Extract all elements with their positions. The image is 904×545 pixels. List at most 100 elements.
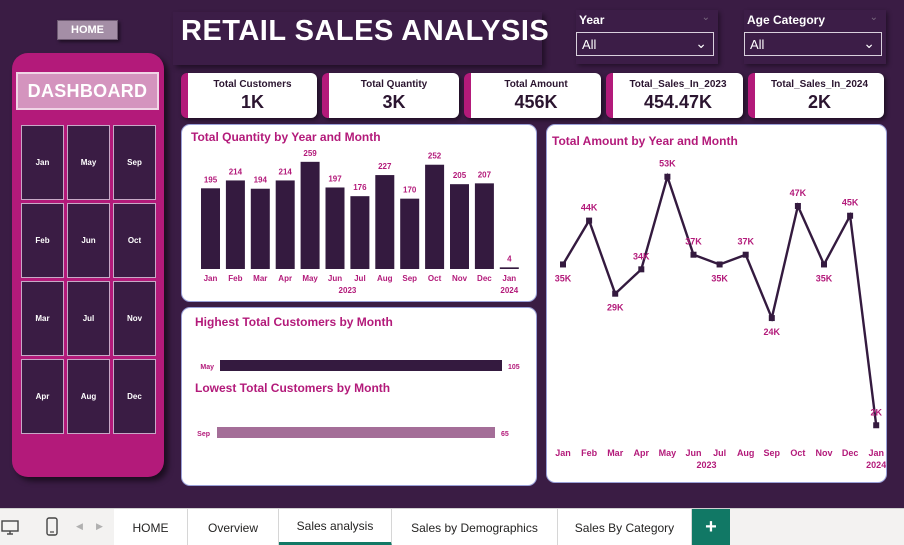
tab-overview[interactable]: Overview bbox=[188, 509, 279, 545]
amount-point-6 bbox=[716, 261, 723, 268]
quantity-x-tick: Nov bbox=[452, 274, 468, 283]
lowest-category-label: Sep bbox=[197, 431, 210, 438]
quantity-chart-panel[interactable]: Total Quantity by Year and Month 195 Jan 2… bbox=[181, 124, 537, 302]
quantity-x-tick: Aug bbox=[377, 274, 393, 283]
tab-sales-analysis[interactable]: Sales analysis bbox=[279, 509, 392, 545]
quantity-year-label: 2024 bbox=[500, 286, 518, 295]
age-category-slicer-label: Age Category bbox=[747, 13, 826, 27]
month-slicer-dec[interactable]: Dec bbox=[113, 359, 156, 434]
amount-data-label: 24K bbox=[764, 327, 781, 337]
amount-x-tick: Jan bbox=[868, 448, 884, 458]
month-slicer-aug[interactable]: Aug bbox=[67, 359, 110, 434]
amount-x-tick: Dec bbox=[842, 448, 859, 458]
amount-point-7 bbox=[742, 251, 749, 258]
amount-point-3 bbox=[638, 266, 645, 273]
amount-x-tick: Jul bbox=[713, 448, 726, 458]
amount-x-tick: Nov bbox=[815, 448, 832, 458]
desktop-view-icon[interactable] bbox=[0, 517, 20, 542]
customers-bar-charts: May 105 Sep 65 bbox=[197, 360, 520, 438]
year-slicer-label: Year bbox=[579, 13, 605, 27]
amount-point-10 bbox=[821, 261, 827, 268]
year-dropdown[interactable]: All ⌄ bbox=[576, 32, 714, 56]
quantity-data-label: 197 bbox=[328, 174, 342, 183]
customers-chart-panel[interactable]: Highest Total Customers by Month Lowest … bbox=[181, 307, 537, 486]
report-canvas: HOME DASHBOARD Jan May Sep Feb Jun Oct Mar Jul N… bbox=[0, 0, 904, 508]
quantity-year-label: 2023 bbox=[339, 286, 357, 295]
amount-x-tick: Jun bbox=[685, 448, 701, 458]
amount-data-label: 35K bbox=[711, 273, 728, 283]
quantity-data-label: 205 bbox=[453, 171, 467, 180]
amount-year-label: 2024 bbox=[866, 460, 886, 470]
quantity-x-tick: Feb bbox=[228, 274, 242, 283]
collapse-chevron-icon[interactable]: ⌄ bbox=[870, 12, 878, 23]
quantity-bar-chart: 195 Jan 214 Feb 194 Mar 214 Apr 259 May 197 Jun 176 J… bbox=[201, 149, 519, 295]
year-slicer: Year ⌄ All ⌄ bbox=[576, 10, 718, 64]
quantity-data-label: 176 bbox=[353, 183, 367, 192]
month-slicer-may[interactable]: May bbox=[67, 125, 110, 200]
kpi-value: 454.47K bbox=[643, 92, 713, 112]
scroll-left-icon[interactable]: ◀ bbox=[76, 521, 83, 532]
quantity-x-tick: Jul bbox=[354, 274, 366, 283]
kpi-total-sales-2024: Total_Sales_In_2024 2K bbox=[748, 73, 884, 118]
amount-line-chart: 35K Jan 44K Feb 29K Mar 34K Apr 53K May 37K Jun 35K J… bbox=[555, 159, 886, 470]
quantity-bar-8 bbox=[400, 198, 420, 269]
quantity-data-label: 252 bbox=[428, 152, 442, 161]
kpi-total-customers: Total Customers 1K bbox=[181, 73, 317, 118]
amount-x-tick: May bbox=[659, 448, 677, 458]
highest-category-label: May bbox=[200, 364, 214, 371]
dashboard-button[interactable]: DASHBOARD bbox=[16, 72, 159, 110]
amount-data-label: 29K bbox=[607, 303, 624, 313]
quantity-x-tick: Dec bbox=[477, 274, 492, 283]
month-slicer-jul[interactable]: Jul bbox=[67, 281, 110, 356]
kpi-total-amount: Total Amount 456K bbox=[464, 73, 601, 118]
page-tab-bar: ◀ ▶ HOME Overview Sales analysis Sales b… bbox=[0, 508, 904, 545]
quantity-x-tick: May bbox=[302, 274, 318, 283]
month-slicer-apr[interactable]: Apr bbox=[21, 359, 64, 434]
scroll-right-icon[interactable]: ▶ bbox=[96, 521, 103, 532]
highest-value-label: 105 bbox=[508, 364, 520, 371]
tab-home[interactable]: HOME bbox=[114, 509, 188, 545]
kpi-total-sales-2023: Total_Sales_In_2023 454.47K bbox=[606, 73, 743, 118]
amount-x-tick: Aug bbox=[737, 448, 755, 458]
kpi-value: 456K bbox=[514, 92, 558, 112]
month-slicer-jan[interactable]: Jan bbox=[21, 125, 64, 200]
add-page-button[interactable]: + bbox=[692, 509, 730, 545]
amount-x-tick: Oct bbox=[790, 448, 805, 458]
quantity-bar-6 bbox=[350, 196, 370, 269]
amount-chart-panel[interactable]: Total Amount by Year and Month 35K Jan 44K… bbox=[546, 124, 887, 483]
amount-point-1 bbox=[586, 217, 593, 224]
quantity-x-tick: Jan bbox=[502, 274, 516, 283]
amount-point-12 bbox=[873, 422, 880, 429]
month-slicer-nov[interactable]: Nov bbox=[113, 281, 156, 356]
quantity-bar-7 bbox=[375, 175, 395, 269]
lowest-customers-bar bbox=[217, 427, 495, 438]
month-slicer-sep[interactable]: Sep bbox=[113, 125, 156, 200]
quantity-x-tick: Jun bbox=[328, 274, 342, 283]
amount-data-label: 44K bbox=[581, 203, 598, 213]
page-title: RETAIL SALES ANALYSIS bbox=[181, 15, 550, 47]
amount-data-label: 47K bbox=[790, 188, 807, 198]
quantity-data-label: 194 bbox=[254, 176, 268, 185]
month-slicer-feb[interactable]: Feb bbox=[21, 203, 64, 278]
age-category-dropdown[interactable]: All ⌄ bbox=[744, 32, 882, 56]
kpi-value: 3K bbox=[382, 92, 406, 112]
amount-point-8 bbox=[768, 315, 775, 322]
quantity-data-label: 4 bbox=[507, 254, 512, 263]
quantity-x-tick: Jan bbox=[204, 274, 218, 283]
tab-sales-by-demographics[interactable]: Sales by Demographics bbox=[392, 509, 558, 545]
month-slicer-oct[interactable]: Oct bbox=[113, 203, 156, 278]
home-button[interactable]: HOME bbox=[57, 20, 118, 40]
collapse-chevron-icon[interactable]: ⌄ bbox=[702, 12, 710, 23]
quantity-data-label: 227 bbox=[378, 162, 392, 171]
kpi-value: 2K bbox=[807, 92, 831, 112]
month-slicer-jun[interactable]: Jun bbox=[67, 203, 110, 278]
chevron-down-icon: ⌄ bbox=[695, 35, 707, 51]
year-dropdown-value: All bbox=[582, 37, 597, 52]
amount-data-label: 35K bbox=[816, 273, 833, 283]
quantity-bar-12 bbox=[499, 267, 519, 269]
quantity-x-tick: Apr bbox=[278, 274, 292, 283]
amount-x-tick: Mar bbox=[607, 448, 624, 458]
month-slicer-mar[interactable]: Mar bbox=[21, 281, 64, 356]
tab-sales-by-category[interactable]: Sales By Category bbox=[558, 509, 692, 545]
mobile-view-icon[interactable] bbox=[45, 516, 59, 543]
